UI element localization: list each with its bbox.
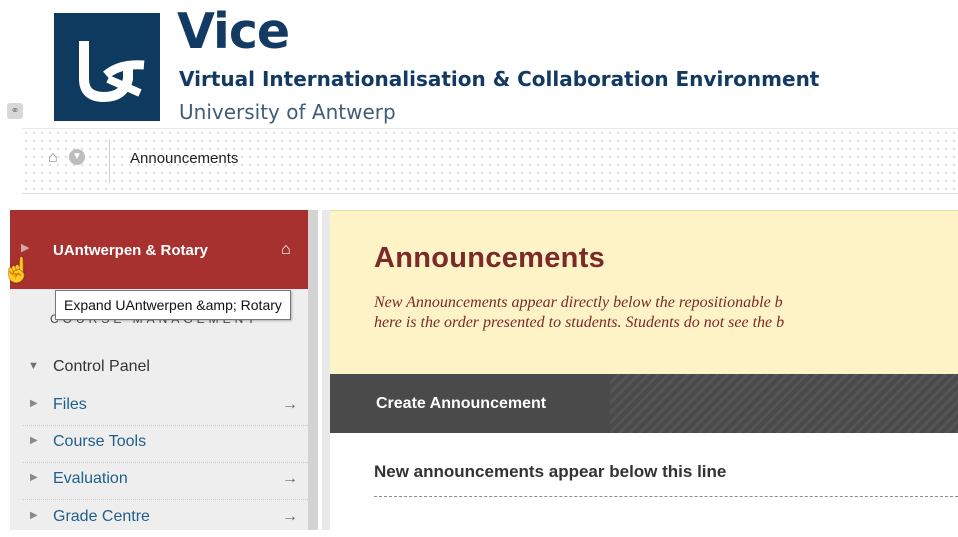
course-header[interactable]: ▶ UAntwerpen & Rotary ⌂ xyxy=(10,210,308,289)
expand-triangle-icon[interactable]: ▶ xyxy=(30,398,38,409)
uantwerp-logo[interactable] xyxy=(54,13,160,121)
sidebar-item-evaluation[interactable]: ▶ Evaluation → xyxy=(10,461,308,499)
announcement-line-note: New announcements appear below this line xyxy=(374,462,727,481)
sidebar-item-files[interactable]: ▶ Files → xyxy=(10,387,308,425)
expand-triangle-icon[interactable]: ▶ xyxy=(30,435,38,446)
action-bar: Create Announcement xyxy=(330,374,958,433)
course-home-icon[interactable]: ⌂ xyxy=(281,241,291,259)
content-divider xyxy=(322,210,330,530)
arrow-right-icon[interactable]: → xyxy=(282,470,298,488)
pointer-hand-icon: ☝ xyxy=(2,257,32,284)
expand-triangle-icon[interactable]: ▶ xyxy=(21,241,29,254)
sidebar-item-label[interactable]: Files xyxy=(53,396,87,414)
course-menu-scrollbar[interactable] xyxy=(308,210,318,530)
site-subtitle: Virtual Internationalisation & Collabora… xyxy=(179,67,820,91)
link-icon[interactable]: ⚭ xyxy=(7,103,23,119)
expand-triangle-icon[interactable]: ▶ xyxy=(30,472,38,483)
home-icon[interactable]: ⌂ xyxy=(48,149,58,167)
breadcrumb-divider xyxy=(109,139,110,183)
control-panel-header[interactable]: ▼ Control Panel xyxy=(10,352,308,382)
page-title: Announcements xyxy=(374,242,606,274)
page-description-line: here is the order presented to students.… xyxy=(374,314,785,331)
page-description-line: New Announcements appear directly below … xyxy=(374,294,783,311)
chevron-down-icon[interactable]: ▼ xyxy=(69,149,85,165)
arrow-right-icon[interactable]: → xyxy=(282,396,298,414)
logo-mark xyxy=(79,41,145,103)
breadcrumb: ⌂ ▼ Announcements xyxy=(22,128,958,194)
page-header: Announcements New Announcements appear d… xyxy=(330,210,958,375)
sidebar-item-label[interactable]: Evaluation xyxy=(53,470,128,488)
expand-tooltip: Expand UAntwerpen &amp; Rotary xyxy=(55,290,291,320)
site-banner: Vice Virtual Internationalisation & Coll… xyxy=(0,0,958,140)
sidebar-item-label[interactable]: Course Tools xyxy=(53,433,146,451)
expand-triangle-icon[interactable]: ▶ xyxy=(30,510,38,521)
arrow-right-icon[interactable]: → xyxy=(282,508,298,526)
control-panel-label: Control Panel xyxy=(53,358,150,375)
course-title[interactable]: UAntwerpen & Rotary xyxy=(53,242,208,259)
sidebar-item-course-tools[interactable]: ▶ Course Tools xyxy=(10,424,308,462)
university-name: University of Antwerp xyxy=(179,100,396,124)
announcement-divider-line xyxy=(374,496,958,497)
sidebar-item-label[interactable]: Grade Centre xyxy=(53,508,150,526)
breadcrumb-current: Announcements xyxy=(130,150,239,167)
page-description: New Announcements appear directly below … xyxy=(374,293,958,333)
site-title: Vice xyxy=(177,3,290,60)
sidebar-item-grade-centre[interactable]: ▶ Grade Centre → xyxy=(10,499,308,537)
create-announcement-button[interactable]: Create Announcement xyxy=(330,374,610,433)
collapse-triangle-icon[interactable]: ▼ xyxy=(28,360,39,372)
